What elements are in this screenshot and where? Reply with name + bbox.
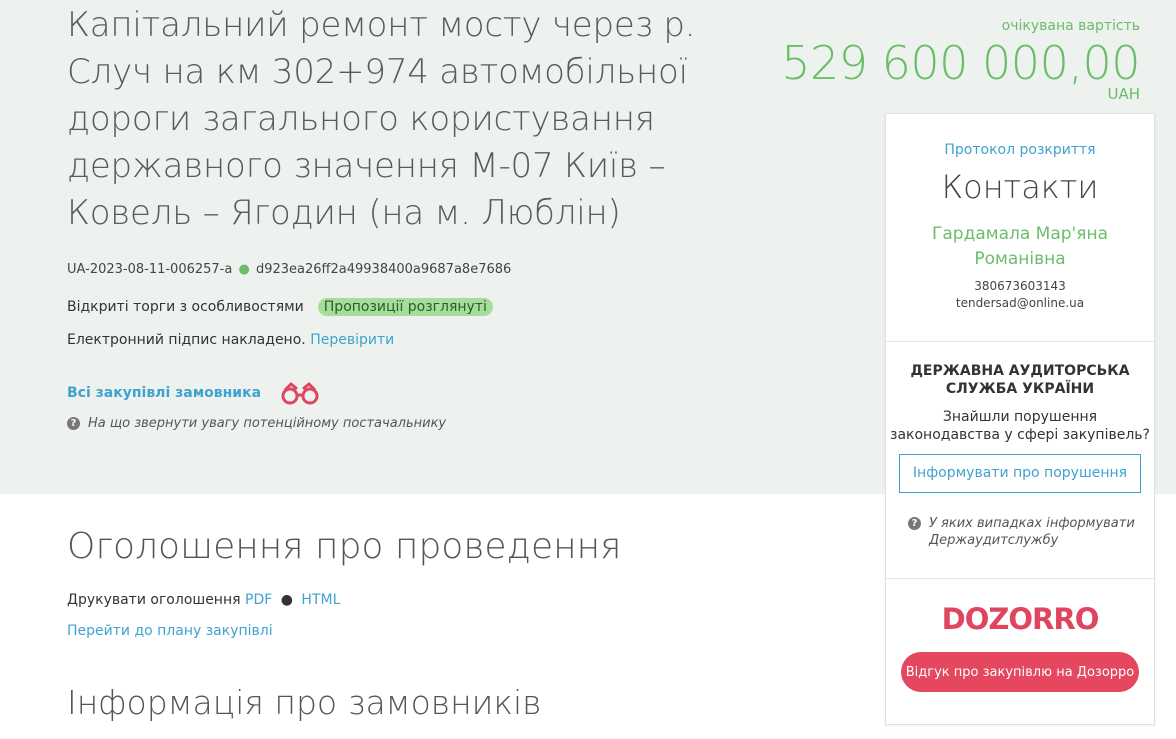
supplier-hint-text: На що звернути увагу потенційному постач…	[88, 416, 447, 431]
all-purchases-link[interactable]: Всі закупівлі замовника	[67, 385, 261, 401]
verify-signature-link[interactable]: Перевірити	[310, 332, 394, 348]
print-label: Друкувати оголошення	[67, 592, 241, 608]
audit-question: Знайшли порушення законодавства у сфері …	[890, 409, 1150, 443]
tender-id-line: UA-2023-08-11-006257-a ● d923ea26ff2a499…	[67, 262, 511, 277]
report-violation-button[interactable]: Інформувати про порушення	[899, 454, 1141, 493]
procurement-plan-link[interactable]: Перейти до плану закупівлі	[67, 623, 273, 639]
announcement-heading: Оголошення про проведення	[67, 526, 622, 567]
signature-line: Електронний підпис накладено. Перевірити	[67, 332, 394, 348]
audit-hint[interactable]: ? У яких випадках інформувати Держаудитс…	[886, 515, 1154, 549]
signature-text: Електронний підпис накладено.	[67, 332, 306, 348]
expected-cost-value: 529 600 000,00	[781, 36, 1140, 90]
procedure-type: Відкриті торги з особливостями	[67, 299, 304, 315]
expected-cost-label: очікувана вартість	[1001, 18, 1140, 34]
sidebar-panel: Протокол розкриття Контакти Гардамала Ма…	[885, 113, 1155, 725]
contact-person: Гардамала Мар'яна Романівна	[932, 224, 1108, 269]
separator-dot: ●	[280, 592, 293, 608]
tender-title: Капітальний ремонт мосту через р. Случ н…	[67, 5, 696, 233]
contact-phone: 380673603143	[974, 279, 1066, 293]
all-purchases-row: Всі закупівлі замовника	[67, 380, 321, 406]
customers-heading: Інформація про замовників	[67, 683, 542, 722]
print-html-link[interactable]: HTML	[301, 592, 340, 608]
contacts-section: Протокол розкриття Контакти Гардамала Ма…	[886, 114, 1154, 342]
dozorro-feedback-button[interactable]: Відгук про закупівлю на Дозорро	[901, 652, 1139, 692]
protocol-link[interactable]: Протокол розкриття	[886, 142, 1154, 158]
question-icon: ?	[908, 517, 921, 530]
supplier-hint[interactable]: ? На що звернути увагу потенційному пост…	[67, 416, 446, 431]
audit-service-title: ДЕРЖАВНА АУДИТОРСЬКА СЛУЖБА УКРАЇНИ	[910, 363, 1130, 397]
question-icon: ?	[67, 417, 80, 430]
audit-hint-text: У яких випадках інформувати Держаудитслу…	[929, 516, 1135, 548]
expected-cost-currency: UAH	[1107, 85, 1140, 103]
tender-id: UA-2023-08-11-006257-a	[67, 262, 233, 277]
dozorro-section: DOZORRO Відгук про закупівлю на Дозорро	[886, 579, 1154, 692]
separator-dot: ●	[238, 262, 250, 277]
binoculars-icon[interactable]	[279, 380, 321, 406]
contact-email: tendersad@online.ua	[955, 296, 1085, 310]
print-pdf-link[interactable]: PDF	[245, 592, 272, 608]
status-badge: Пропозиції розглянуті	[317, 298, 493, 316]
print-announcement-line: Друкувати оголошення PDF ● HTML	[67, 592, 340, 608]
dozorro-logo[interactable]: DOZORRO	[886, 601, 1154, 637]
tender-hash: d923ea26ff2a49938400a9687a8e7686	[255, 262, 512, 277]
procedure-line: Відкриті торги з особливостями Пропозиці…	[67, 298, 493, 316]
audit-section: ДЕРЖАВНА АУДИТОРСЬКА СЛУЖБА УКРАЇНИ Знай…	[886, 342, 1154, 579]
contacts-title: Контакти	[941, 168, 1099, 206]
dozorro-logo-text: DOZORRO	[941, 602, 1100, 636]
